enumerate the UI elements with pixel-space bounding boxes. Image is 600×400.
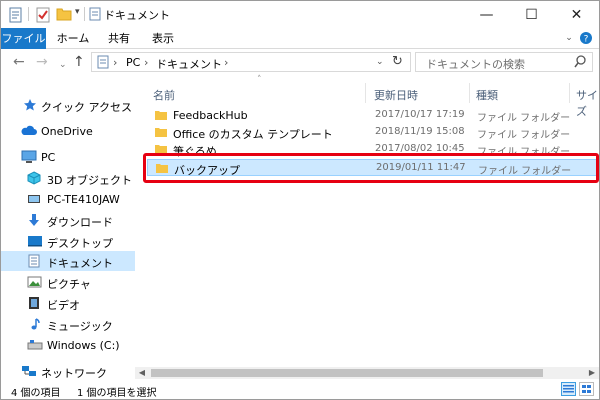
up-arrow-icon[interactable]: ↑ [73,54,85,70]
divider [84,7,85,21]
column-header-type[interactable]: 種類 [476,87,498,103]
search-icon[interactable] [574,55,586,69]
cube-icon [27,171,41,185]
scroll-left-icon[interactable]: ◀ [135,367,149,379]
large-icons-view-button[interactable] [579,382,594,396]
chevron-down-icon[interactable]: ⌄ [563,32,575,44]
sort-ascending-icon: ˄ [257,75,262,85]
breadcrumb-separator[interactable]: › [224,56,228,69]
refresh-icon[interactable]: ↻ [392,54,403,69]
nav-item-desktop[interactable]: デスクトップ [1,231,135,251]
new-folder-icon[interactable] [56,7,72,21]
ribbon-tabs: ファイル ホーム 共有 表示 ⌄ ? [1,28,599,49]
horizontal-scrollbar[interactable]: ◀ ▶ [135,367,599,379]
recent-locations-icon[interactable]: ⌄ [59,57,67,73]
music-icon [31,318,40,330]
close-button[interactable]: ✕ [554,1,599,28]
breadcrumb-documents[interactable]: ドキュメント [156,56,222,72]
nav-item-music[interactable]: ミュージック [1,314,135,334]
address-dropdown-icon[interactable]: ⌄ [376,57,384,67]
column-separator[interactable] [569,83,570,103]
item-count: 4 個の項目 [11,388,61,399]
search-input[interactable]: ドキュメントの検索 [426,56,525,72]
properties-icon[interactable] [9,7,23,23]
table-row[interactable]: Office のカスタム テンプレート 2018/11/19 15:08 ファイ… [147,124,599,141]
large-icons-view-icon [582,385,591,393]
breadcrumb-separator[interactable]: › [144,56,148,69]
navigation-pane: クイック アクセス OneDrive PC 3D オブジェクト PC-TE410… [1,75,135,380]
svg-text:?: ? [584,35,589,45]
details-view-button[interactable] [561,382,576,396]
nav-item-pc-te410jaw[interactable]: PC-TE410JAW [1,189,135,209]
breadcrumb-pc[interactable]: PC [126,56,140,69]
address-bar[interactable]: › PC › ドキュメント › ⌄ ↻ [91,52,411,72]
picture-icon [27,276,42,288]
window-title: ドキュメント [104,9,170,22]
drive-icon [27,340,43,350]
document-icon [28,254,40,268]
title-bar: ▾ ドキュメント — ☐ ✕ [1,1,599,28]
scrollbar-thumb[interactable] [151,369,543,377]
breadcrumb-separator[interactable]: › [113,56,117,69]
nav-item-pc[interactable]: PC [1,147,135,167]
pc-icon [21,150,37,163]
tab-share[interactable]: 共有 [101,28,137,49]
maximize-button[interactable]: ☐ [509,1,554,28]
nav-item-onedrive[interactable]: OneDrive [1,121,135,141]
tab-file[interactable]: ファイル [1,28,46,49]
video-icon [29,297,39,309]
nav-item-videos[interactable]: ビデオ [1,293,135,313]
tab-home[interactable]: ホーム [53,28,93,49]
nav-item-quick-access[interactable]: クイック アクセス [1,95,135,115]
help-icon[interactable]: ? [579,31,593,45]
document-folder-icon [97,55,109,69]
desktop-icon [28,236,42,247]
folder-icon [155,111,167,120]
search-box[interactable]: ドキュメントの検索 [415,52,593,72]
nav-item-3d-objects[interactable]: 3D オブジェクト [1,168,135,188]
tab-view[interactable]: 表示 [143,28,183,49]
details-view-icon [563,385,574,393]
network-icon [22,366,36,376]
highlight-annotation [143,153,599,183]
checkmark-icon[interactable] [36,7,50,23]
customize-quick-access-icon[interactable]: ▾ [75,7,80,17]
nav-item-documents[interactable]: ドキュメント [1,251,135,271]
scroll-right-icon[interactable]: ▶ [585,367,599,379]
column-header-date[interactable]: 更新日時 [374,87,418,103]
nav-item-windows-c[interactable]: Windows (C:) [1,335,135,355]
nav-item-pictures[interactable]: ピクチャ [1,272,135,292]
minimize-button[interactable]: — [464,1,509,28]
document-folder-icon [89,7,101,21]
selection-count: 1 個の項目を選択 [77,388,157,399]
back-arrow-icon[interactable]: ← [13,54,25,70]
device-icon [28,195,40,203]
column-separator[interactable] [469,83,470,103]
table-row[interactable]: FeedbackHub 2017/10/17 17:19 ファイル フォルダー [147,107,599,124]
nav-item-downloads[interactable]: ダウンロード [1,210,135,230]
explorer-window: ▾ ドキュメント — ☐ ✕ ファイル ホーム 共有 表示 ⌄ ? ← → ⌄ … [0,0,600,400]
folder-icon [155,128,167,137]
status-bar: 4 個の項目 1 個の項目を選択 [1,379,599,399]
nav-item-network[interactable]: ネットワーク [1,361,135,381]
star-icon [24,99,36,111]
column-separator[interactable] [365,83,366,103]
navigation-bar: ← → ⌄ ↑ › PC › ドキュメント › ⌄ ↻ ドキュメントの検索 [1,49,599,75]
column-header-name[interactable]: 名前 [153,87,175,103]
divider [28,7,29,21]
download-icon [29,214,39,226]
cloud-icon [21,125,37,135]
file-list: ˄ 名前 更新日時 種類 サイズ FeedbackHub 2017/10/17 … [135,75,599,371]
forward-arrow-icon[interactable]: → [36,54,48,70]
